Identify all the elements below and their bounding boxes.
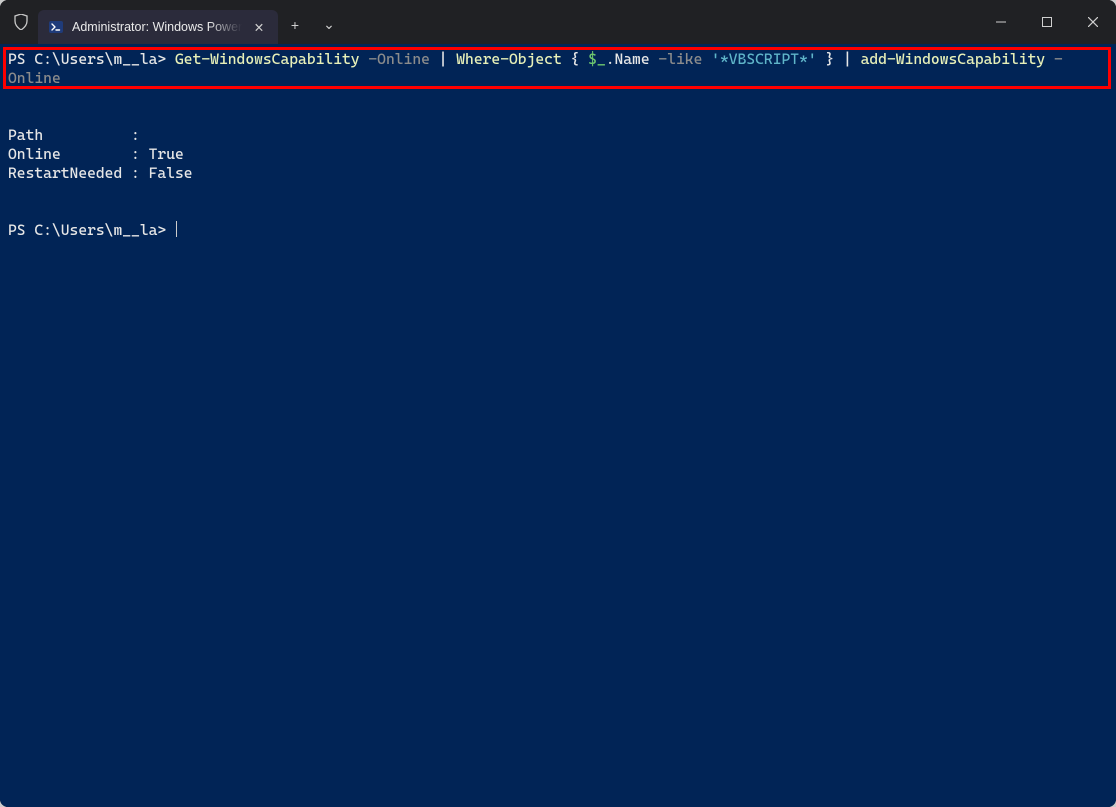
prompt: PS C:\Users\m__la> — [8, 50, 175, 68]
pipe-operator: | — [843, 50, 861, 68]
titlebar: Administrator: Windows PowerShell ✕ + ⌄ — [0, 0, 1116, 44]
terminal-body[interactable]: PS C:\Users\m__la> Get-WindowsCapability… — [0, 44, 1116, 807]
cmdlet: Where-Object — [456, 50, 561, 68]
output-value: True — [149, 145, 184, 163]
tab-title: Administrator: Windows PowerShell — [72, 20, 242, 34]
operator-like: -like — [650, 50, 703, 68]
output-line: Path : — [8, 126, 140, 144]
tab-dropdown-button[interactable]: ⌄ — [312, 8, 346, 42]
brace: } — [817, 50, 843, 68]
terminal-window: Administrator: Windows PowerShell ✕ + ⌄ … — [0, 0, 1116, 807]
variable: $_ — [588, 50, 606, 68]
string-literal: '*VBSCRIPT*' — [711, 50, 816, 68]
tab-close-button[interactable]: ✕ — [250, 18, 268, 36]
cursor — [176, 221, 177, 237]
parameter-wrapped: Online — [8, 69, 61, 87]
titlebar-left: Administrator: Windows PowerShell ✕ + ⌄ — [0, 0, 978, 44]
minimize-button[interactable] — [978, 0, 1024, 44]
pipe-operator: | — [430, 50, 456, 68]
powershell-icon — [48, 19, 64, 35]
output-value: False — [149, 164, 193, 182]
output-line: RestartNeeded : — [8, 164, 149, 182]
window-controls — [978, 0, 1116, 44]
output-line: Online : — [8, 145, 149, 163]
cmdlet: add-WindowsCapability — [861, 50, 1046, 68]
parameter: -Online — [360, 50, 430, 68]
close-button[interactable] — [1070, 0, 1116, 44]
maximize-button[interactable] — [1024, 0, 1070, 44]
cmdlet: Get-WindowsCapability — [175, 50, 360, 68]
prompt: PS C:\Users\m__la> — [8, 221, 175, 239]
tab-active[interactable]: Administrator: Windows PowerShell ✕ — [38, 10, 278, 44]
dash: - — [1045, 50, 1063, 68]
brace: { — [562, 50, 588, 68]
space — [702, 50, 711, 68]
new-tab-button[interactable]: + — [278, 8, 312, 42]
shield-icon — [12, 12, 30, 32]
member: .Name — [606, 50, 650, 68]
